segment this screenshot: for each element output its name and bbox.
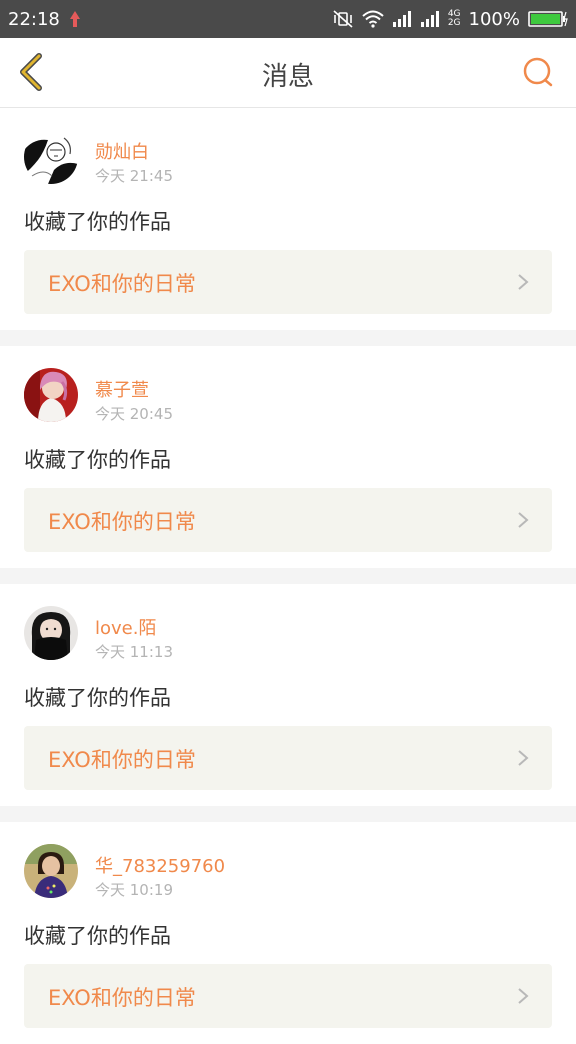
work-title: EXO和你的日常 — [48, 510, 196, 534]
timestamp: 今天 21:45 — [95, 167, 173, 185]
work-link[interactable]: EXO和你的日常 — [24, 488, 552, 552]
work-title: EXO和你的日常 — [48, 748, 196, 772]
avatar[interactable] — [24, 368, 78, 422]
chevron-right-icon — [518, 274, 529, 290]
network-type: 4G 2G — [447, 9, 461, 28]
app-header: 消息 — [0, 38, 576, 108]
user-name[interactable]: 华_783259760 — [95, 852, 225, 878]
work-link[interactable]: EXO和你的日常 — [24, 726, 552, 790]
message-card: love.陌 今天 11:13 收藏了你的作品 EXO和你的日常 — [0, 584, 576, 806]
avatar[interactable] — [24, 606, 78, 660]
message-card: 慕子萱 今天 20:45 收藏了你的作品 EXO和你的日常 — [0, 346, 576, 568]
timestamp: 今天 20:45 — [95, 405, 173, 423]
avatar-pink-hair-icon — [24, 368, 78, 422]
user-name[interactable]: love.陌 — [95, 614, 156, 640]
work-link[interactable]: EXO和你的日常 — [24, 964, 552, 1028]
battery-percent: 100% — [468, 8, 520, 30]
work-title: EXO和你的日常 — [48, 986, 196, 1010]
status-right: 4G 2G 100% — [332, 9, 568, 30]
action-text: 收藏了你的作品 — [24, 210, 171, 234]
work-title: EXO和你的日常 — [48, 272, 196, 296]
signal-secondary-icon — [420, 10, 440, 28]
wifi-icon — [362, 10, 384, 28]
avatar-sketch-icon — [24, 130, 78, 184]
avatar[interactable] — [24, 130, 78, 184]
chevron-right-icon — [518, 988, 529, 1004]
avatar-girl-photo-icon — [24, 844, 78, 898]
action-text: 收藏了你的作品 — [24, 924, 171, 948]
status-bar: 22:18 4G 2G 100% — [0, 0, 576, 38]
search-icon — [522, 56, 554, 92]
message-list: 勋灿白 今天 21:45 收藏了你的作品 EXO和你的日常 慕子萱 今天 20:… — [0, 108, 576, 1044]
chevron-right-icon — [518, 750, 529, 766]
timestamp: 今天 11:13 — [95, 643, 173, 661]
user-name[interactable]: 勋灿白 — [95, 138, 149, 164]
signal-icon — [392, 10, 412, 28]
action-text: 收藏了你的作品 — [24, 686, 171, 710]
message-card: 华_783259760 今天 10:19 收藏了你的作品 EXO和你的日常 — [0, 822, 576, 1044]
action-text: 收藏了你的作品 — [24, 448, 171, 472]
work-link[interactable]: EXO和你的日常 — [24, 250, 552, 314]
notification-icon — [68, 10, 82, 28]
page-title: 消息 — [261, 62, 314, 92]
chevron-right-icon — [518, 512, 529, 528]
status-left: 22:18 — [8, 9, 82, 30]
timestamp: 今天 10:19 — [95, 881, 173, 899]
divider — [0, 330, 576, 346]
search-button[interactable] — [520, 56, 556, 92]
status-time: 22:18 — [8, 8, 60, 30]
vibrate-off-icon — [332, 10, 354, 28]
battery-charging-icon — [528, 10, 568, 28]
divider — [0, 806, 576, 822]
avatar[interactable] — [24, 844, 78, 898]
user-name[interactable]: 慕子萱 — [95, 376, 149, 402]
avatar-girl-dark-icon — [24, 606, 78, 660]
divider — [0, 568, 576, 584]
message-card: 勋灿白 今天 21:45 收藏了你的作品 EXO和你的日常 — [0, 108, 576, 330]
